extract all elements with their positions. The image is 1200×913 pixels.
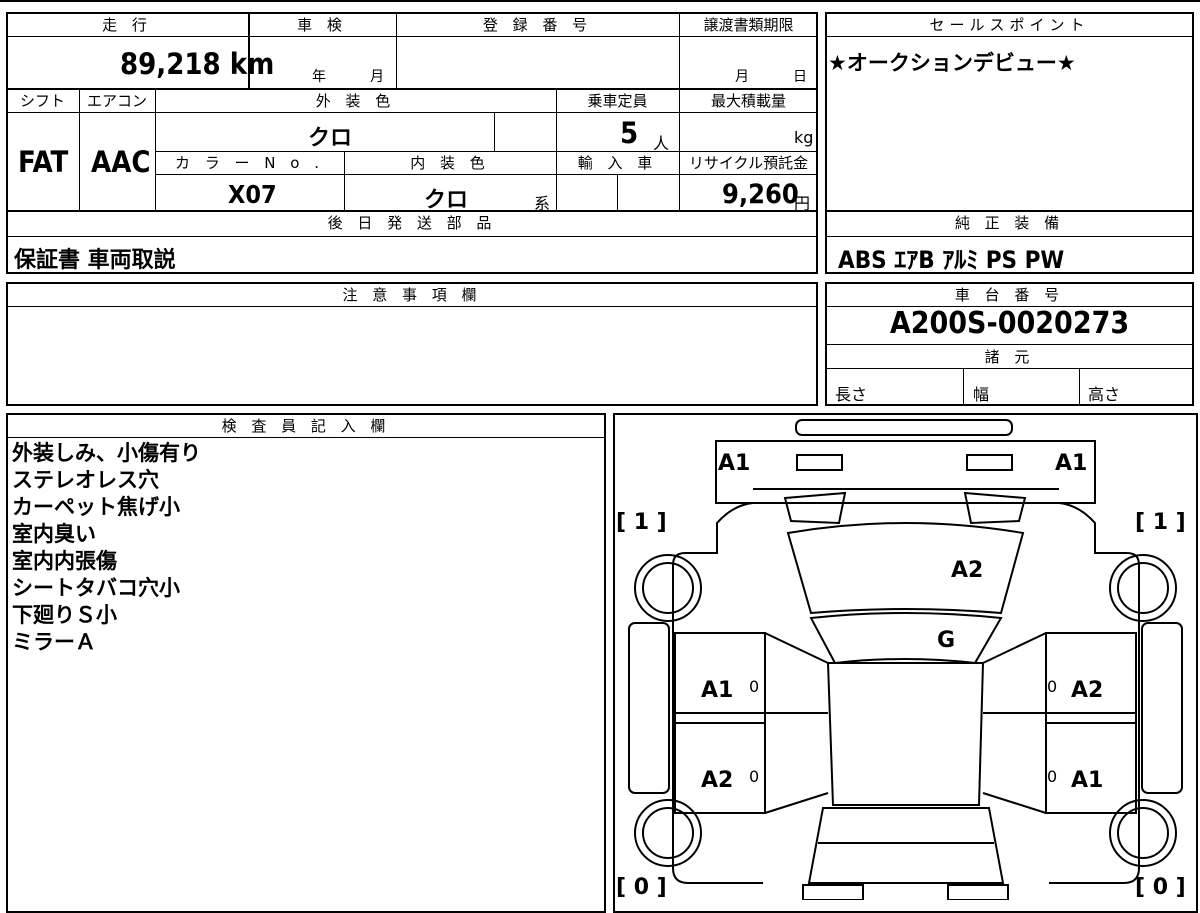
inspector-note: 室内臭い	[12, 522, 96, 546]
inspector-note: 下廻りＳ小	[12, 603, 117, 627]
spec-height: 高さ	[1088, 385, 1121, 404]
capacity-value: 5	[620, 116, 639, 150]
vehicle-info-table	[6, 12, 818, 214]
inspection-label: 車 検	[297, 16, 347, 34]
max-load-label: 最大積載量	[710, 92, 786, 110]
inspector-note: ステレオレス穴	[12, 468, 159, 492]
shift-label: シフト	[19, 92, 65, 110]
ac-value: AAC	[91, 145, 151, 179]
inspector-label: 検 査 員 記 入 欄	[221, 417, 391, 435]
hood-grade: A2	[951, 558, 984, 583]
sales-point-label: セールスポイント	[929, 16, 1090, 34]
left-front-door-zero: 0	[749, 677, 760, 696]
transfer-day: 日	[793, 69, 807, 85]
car-outline-graphic	[628, 419, 1183, 900]
left-front-bracket: [ 1 ]	[616, 510, 667, 535]
sales-point-value: ★オークションデビュー★	[828, 51, 1076, 75]
ext-color-label: 外 装 色	[315, 92, 396, 110]
registration-number-label: 登 録 番 号	[482, 16, 593, 34]
max-load-unit: kg	[794, 128, 814, 147]
left-rear-bracket: [ 0 ]	[616, 875, 667, 900]
inspector-note: 外装しみ、小傷有り	[12, 441, 201, 465]
inspector-note: シートタバコ穴小	[12, 576, 180, 600]
right-rear-door-zero: 0	[1047, 767, 1058, 786]
ac-label: エアコン	[86, 92, 147, 110]
color-no-label: カ ラ ー N o .	[174, 154, 324, 172]
chassis-label: 車 台 番 号	[954, 286, 1065, 304]
right-front-door-zero: 0	[1047, 677, 1058, 696]
caution-label: 注 意 事 項 欄	[342, 286, 482, 304]
spec-length: 長さ	[835, 385, 868, 404]
transfer-deadline-label: 譲渡書類期限	[703, 16, 794, 34]
front-right-bumper-grade: A1	[1055, 451, 1088, 476]
later-parts-label: 後 日 発 送 部 品	[327, 214, 497, 232]
inspection-year: 年	[312, 69, 326, 85]
import-label: 輸 入 車	[577, 154, 658, 172]
mileage-label: 走 行	[102, 16, 152, 34]
chassis-value: A200S-0020273	[889, 306, 1130, 341]
shift-value: FAT	[18, 145, 69, 179]
transfer-month: 月	[735, 69, 749, 85]
left-front-door-grade: A1	[701, 678, 734, 703]
sales-point-box	[825, 12, 1194, 214]
right-rear-door-grade: A1	[1071, 768, 1104, 793]
ext-color-value: クロ	[308, 126, 353, 151]
int-color-label: 内 装 色	[410, 154, 490, 172]
recycle-value: 9,260	[722, 179, 799, 210]
specs-label: 諸 元	[984, 348, 1035, 366]
right-front-door-grade: A2	[1071, 678, 1104, 703]
spec-width: 幅	[973, 385, 990, 404]
left-rear-door-grade: A2	[701, 768, 734, 793]
mileage-value: 89,218 km	[120, 47, 275, 81]
genuine-equipment-label: 純 正 装 備	[954, 214, 1065, 232]
windshield-grade: G	[937, 628, 956, 653]
inspection-month: 月	[370, 69, 384, 85]
capacity-label: 乗車定員	[587, 92, 648, 110]
right-front-bracket: [ 1 ]	[1135, 510, 1186, 535]
genuine-equipment-value: ABS ｴｱB ｱﾙﾐ PS PW	[838, 246, 1065, 274]
right-rear-bracket: [ 0 ]	[1135, 875, 1186, 900]
car-diagram: A1 A1 [ 1 ] [ 1 ] A2 G A1 0 A2 0 A2 0 A1…	[613, 413, 1198, 900]
recycle-label: リサイクル預託金	[688, 154, 809, 172]
front-left-bumper-grade: A1	[718, 451, 751, 476]
inspector-note: ミラーＡ	[12, 630, 96, 654]
capacity-unit: 人	[653, 134, 670, 153]
left-rear-door-zero: 0	[749, 767, 760, 786]
inspector-note: カーペット焦げ小	[12, 495, 180, 519]
inspector-notes: 外装しみ、小傷有り ステレオレス穴 カーペット焦げ小 室内臭い 室内内張傷 シー…	[12, 440, 201, 656]
inspector-note: 室内内張傷	[12, 549, 117, 573]
color-no-value: X07	[228, 180, 277, 209]
later-parts-value: 保証書 車両取説	[14, 248, 176, 273]
